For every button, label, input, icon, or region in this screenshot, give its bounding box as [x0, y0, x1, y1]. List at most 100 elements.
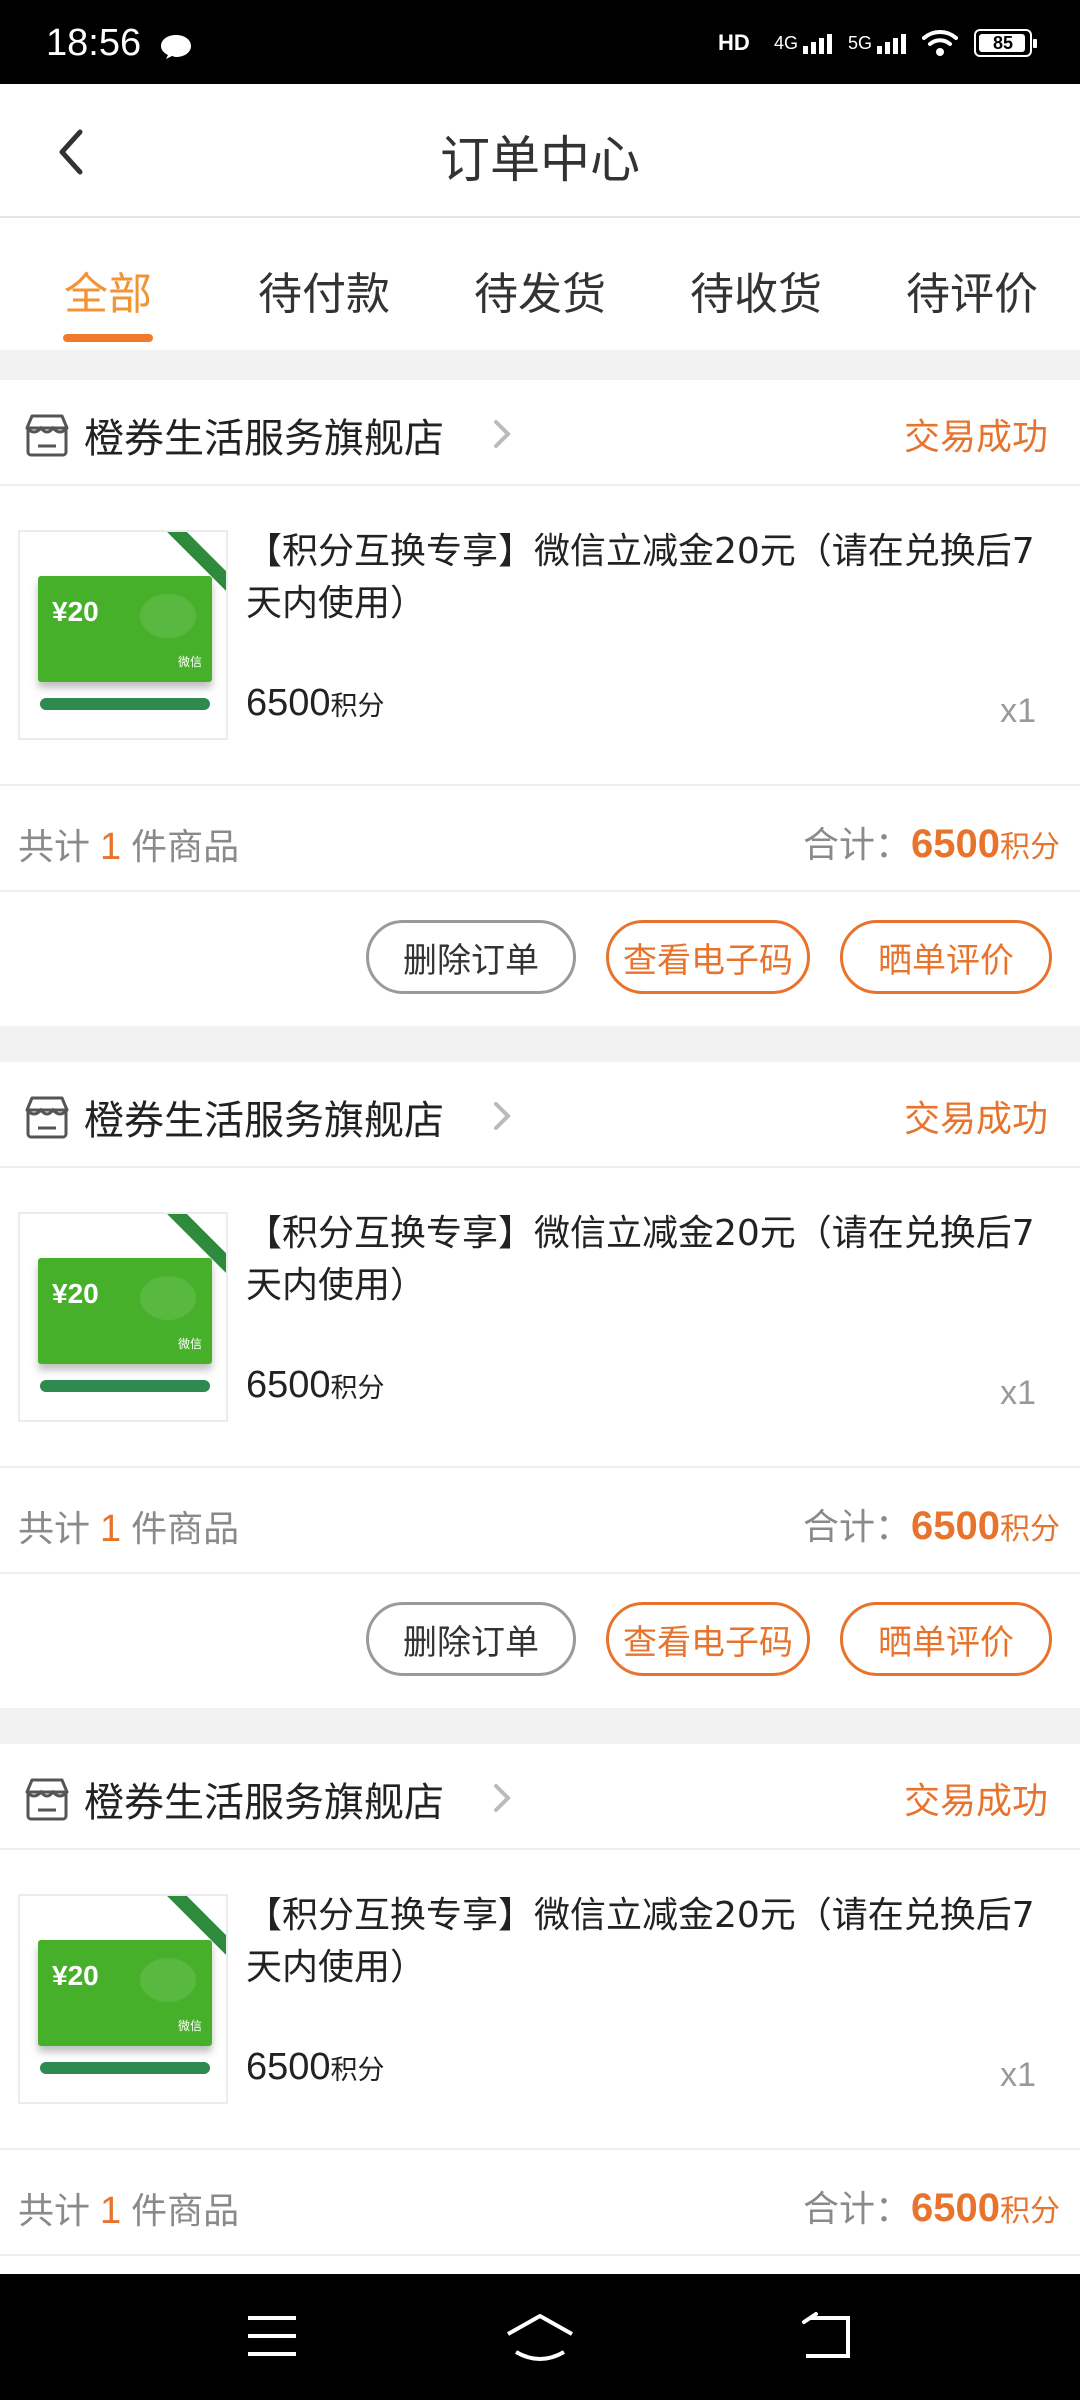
item-count: 共计 1 件商品: [18, 818, 239, 870]
hd-label: HD: [717, 30, 750, 55]
chevron-right-icon: [494, 420, 511, 448]
bank-strip: [40, 698, 210, 710]
store-icon: [25, 1096, 69, 1139]
order-actions: 删除订单 查看电子码 晒单评价: [0, 892, 1080, 1026]
order-status-tabs: 全部 待付款 待发货 待收货 待评价: [0, 218, 1080, 350]
page-title: 订单中心: [440, 131, 640, 189]
store-row[interactable]: 橙券生活服务旗舰店 交易成功: [0, 380, 1080, 486]
order-item[interactable]: ¥20 微信 【积分互换专享】微信立减金20元（请在兑换后7天内使用） 6500…: [0, 1850, 1080, 2150]
order-card: 橙券生活服务旗舰店 交易成功 ¥20 微信 【积分互换专享】微信立减金20元（请…: [0, 1744, 1080, 2274]
order-center-screen: 18:56 HD 4G 5G 85 订单中心 全部 待付款 待发货 待收货 待评…: [0, 0, 1080, 2400]
price-value: 6500: [246, 2046, 331, 2088]
post-review-button[interactable]: 晒单评价: [840, 1602, 1052, 1676]
store-name: 橙券生活服务旗舰店: [84, 416, 444, 462]
price-value: 6500: [246, 682, 331, 724]
order-summary: 共计 1 件商品 合计：6500积分: [0, 1468, 1080, 1574]
order-actions: 删除订单 查看电子码 晒单评价: [0, 1574, 1080, 1708]
price-value: 6500: [246, 1364, 331, 1406]
wechat-label: 微信: [177, 655, 202, 669]
delete-order-button[interactable]: 删除订单: [366, 920, 576, 994]
store-row[interactable]: 橙券生活服务旗舰店 交易成功: [0, 1062, 1080, 1168]
hd-icon: HD: [718, 27, 758, 59]
system-nav-bar: [0, 2274, 1080, 2400]
store-row[interactable]: 橙券生活服务旗舰店 交易成功: [0, 1744, 1080, 1850]
order-status: 交易成功: [903, 1099, 1048, 1140]
count-suffix: 件商品: [131, 2191, 240, 2232]
order-status: 交易成功: [903, 1781, 1048, 1822]
product-price: 6500积分: [246, 1364, 385, 1407]
count-prefix: 共计: [18, 2191, 91, 2232]
voucher-amount: ¥20: [52, 596, 99, 627]
net1-label: 4G: [773, 32, 798, 53]
status-bar: 18:56 HD 4G 5G 85: [0, 0, 1080, 84]
total-value: 6500: [911, 822, 1000, 866]
store-name: 橙券生活服务旗舰店: [84, 1098, 444, 1144]
voucher-amount: ¥20: [52, 1960, 99, 1991]
menu-icon[interactable]: [244, 2312, 300, 2360]
order-card: 橙券生活服务旗舰店 交易成功 ¥20 微信 【积分互换专享】微信立减金20元（请…: [0, 380, 1080, 1026]
view-ecode-button[interactable]: 查看电子码: [606, 1602, 810, 1676]
tab-label: 待收货: [690, 269, 822, 320]
home-icon[interactable]: [504, 2312, 576, 2364]
price-unit: 积分: [330, 1373, 385, 1404]
order-status: 交易成功: [903, 417, 1048, 458]
active-tab-indicator: [63, 334, 153, 342]
wechat-voucher-card: ¥20 微信: [38, 1940, 212, 2046]
order-item[interactable]: ¥20 微信 【积分互换专享】微信立减金20元（请在兑换后7天内使用） 6500…: [0, 486, 1080, 786]
signal-5g-icon: 5G: [848, 33, 906, 54]
count-prefix: 共计: [18, 827, 91, 868]
tab-all[interactable]: 全部: [0, 218, 216, 350]
total-label: 合计：: [803, 825, 912, 866]
back-icon[interactable]: [796, 2312, 854, 2362]
post-review-button[interactable]: 晒单评价: [840, 920, 1052, 994]
store-name: 橙券生活服务旗舰店: [84, 1780, 444, 1826]
count-suffix: 件商品: [131, 1509, 240, 1550]
signal-4g-icon: 4G: [774, 33, 832, 54]
page-header: 订单中心: [0, 84, 1080, 218]
order-summary: 共计 1 件商品 合计：6500积分: [0, 2150, 1080, 2256]
product-title: 【积分互换专享】微信立减金20元（请在兑换后7天内使用）: [246, 1213, 1035, 1306]
voucher-amount: ¥20: [52, 1278, 99, 1309]
count-value: 1: [100, 2190, 122, 2232]
total-value: 6500: [911, 2186, 1000, 2230]
wechat-label: 微信: [177, 2019, 202, 2033]
product-title: 【积分互换专享】微信立减金20元（请在兑换后7天内使用）: [246, 1895, 1035, 1988]
product-title: 【积分互换专享】微信立减金20元（请在兑换后7天内使用）: [246, 531, 1035, 624]
product-quantity: x1: [1000, 692, 1036, 730]
total-label: 合计：: [803, 1507, 912, 1548]
status-icons: HD 4G 5G 85: [718, 26, 1037, 60]
order-summary: 共计 1 件商品 合计：6500积分: [0, 786, 1080, 892]
product-thumbnail: ¥20 微信: [18, 530, 228, 740]
price-unit: 积分: [330, 2055, 385, 2086]
divider: [0, 1716, 1080, 1746]
tab-label: 待付款: [258, 269, 390, 320]
product-quantity: x1: [1000, 2056, 1036, 2094]
divider: [0, 1034, 1080, 1064]
battery-icon: 85: [974, 29, 1037, 57]
product-thumbnail: ¥20 微信: [18, 1212, 228, 1422]
tab-pending-receipt[interactable]: 待收货: [648, 218, 864, 350]
net2-label: 5G: [847, 32, 872, 53]
count-value: 1: [100, 1508, 122, 1550]
view-ecode-button[interactable]: 查看电子码: [606, 920, 810, 994]
count-prefix: 共计: [18, 1509, 91, 1550]
tab-pending-review[interactable]: 待评价: [864, 218, 1080, 350]
item-count: 共计 1 件商品: [18, 2182, 239, 2234]
bank-strip: [40, 2062, 210, 2074]
wechat-label: 微信: [177, 1337, 202, 1351]
tab-pending-payment[interactable]: 待付款: [216, 218, 432, 350]
total-unit: 积分: [1000, 1512, 1060, 1547]
total-value: 6500: [911, 1504, 1000, 1548]
tab-label: 待发货: [474, 269, 606, 320]
order-total: 合计：6500积分: [803, 2180, 1060, 2232]
wechat-voucher-card: ¥20 微信: [38, 1258, 212, 1364]
count-suffix: 件商品: [131, 827, 240, 868]
tab-pending-shipment[interactable]: 待发货: [432, 218, 648, 350]
delete-order-button[interactable]: 删除订单: [366, 1602, 576, 1676]
chevron-right-icon: [494, 1784, 511, 1812]
total-unit: 积分: [1000, 2194, 1060, 2229]
order-item[interactable]: ¥20 微信 【积分互换专享】微信立减金20元（请在兑换后7天内使用） 6500…: [0, 1168, 1080, 1468]
item-count: 共计 1 件商品: [18, 1500, 239, 1552]
battery-level: 85: [992, 32, 1014, 53]
count-value: 1: [100, 826, 122, 868]
